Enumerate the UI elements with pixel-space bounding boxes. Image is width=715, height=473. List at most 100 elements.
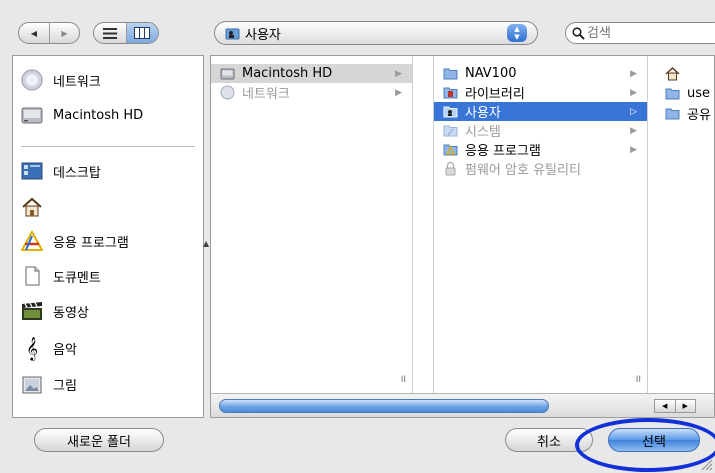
sidebar-item-label: Macintosh HD xyxy=(53,107,144,123)
list-item-home[interactable] xyxy=(656,64,714,83)
column-browser: Macintosh HD ▶ 네트워크 ▶ II NAV100 ▶ 라이브러리 … xyxy=(210,55,715,418)
browser-column-3[interactable]: use 공유 xyxy=(656,56,714,393)
list-item-folder[interactable]: use xyxy=(656,84,714,103)
list-item-label: 공유 xyxy=(687,108,711,123)
applications-icon xyxy=(21,230,43,252)
disclosure-arrow-icon: ▶ xyxy=(630,68,637,79)
sidebar-item-home[interactable] xyxy=(21,192,53,222)
lock-icon xyxy=(443,161,458,176)
horizontal-scrollbar[interactable]: ◀ ▶ xyxy=(211,393,714,417)
list-item-applications[interactable]: 응용 프로그램 ▶ xyxy=(434,140,647,159)
browser-column-2[interactable]: NAV100 ▶ 라이브러리 ▶ 사용자 ▷ 시스템 ▶ 응용 프로그램 ▶ 펌… xyxy=(433,56,648,393)
sidebar: 네트워크 Macintosh HD 데스크탑 응용 프로그램 도큐멘트 동영상 … xyxy=(12,55,209,418)
sidebar-item-documents[interactable]: 도큐멘트 xyxy=(21,261,101,291)
sidebar-item-label: 응용 프로그램 xyxy=(53,235,129,251)
search-input[interactable] xyxy=(585,25,695,41)
sidebar-item-label: 도큐멘트 xyxy=(53,270,101,286)
scroll-arrows[interactable]: ◀ ▶ xyxy=(654,399,696,413)
list-item-users[interactable]: 사용자 ▷ xyxy=(434,102,647,121)
popup-arrows-icon: ▲ ▼ xyxy=(507,24,527,42)
users-folder-icon xyxy=(443,104,458,119)
scroll-right-icon[interactable]: ▶ xyxy=(674,400,696,412)
sidebar-item-label: 데스크탑 xyxy=(53,165,101,181)
sidebar-item-applications[interactable]: 응용 프로그램 xyxy=(21,226,129,256)
back-forward-control[interactable]: ◀ ▶ xyxy=(18,22,80,44)
list-item-label: 응용 프로그램 xyxy=(465,144,541,159)
sidebar-item-network[interactable]: 네트워크 xyxy=(21,65,101,95)
sidebar-item-pictures[interactable]: 그림 xyxy=(21,369,77,399)
applications-folder-icon xyxy=(443,142,458,157)
list-item-label: 라이브러리 xyxy=(465,87,525,102)
sidebar-item-label: 그림 xyxy=(53,378,77,394)
location-label: 사용자 xyxy=(245,27,281,43)
search-icon xyxy=(572,26,585,40)
list-item-label: 사용자 xyxy=(465,106,501,121)
list-item-label: Macintosh HD xyxy=(242,66,333,81)
back-button[interactable]: ◀ xyxy=(19,23,49,43)
disclosure-arrow-icon: ▷ xyxy=(630,106,637,117)
system-folder-icon xyxy=(443,123,458,138)
sidebar-item-movies[interactable]: 동영상 xyxy=(21,296,89,326)
disclosure-arrow-icon: ▶ xyxy=(630,125,637,136)
list-item-network[interactable]: 네트워크 ▶ xyxy=(211,83,412,102)
disclosure-arrow-icon: ▶ xyxy=(630,144,637,155)
search-field[interactable] xyxy=(565,22,715,44)
hard-disk-icon xyxy=(220,66,235,81)
disclosure-arrow-icon: ▶ xyxy=(630,87,637,98)
list-item-label: use xyxy=(687,86,711,101)
browser-column-1[interactable]: Macintosh HD ▶ 네트워크 ▶ II xyxy=(211,56,413,393)
folder-icon xyxy=(665,106,680,121)
sidebar-item-macintosh-hd[interactable]: Macintosh HD xyxy=(21,100,143,130)
music-icon: 𝄞 xyxy=(26,336,38,360)
sidebar-item-label: 동영상 xyxy=(53,305,89,321)
column-resize-grip[interactable]: II xyxy=(636,375,641,385)
sidebar-resize-caret-icon[interactable]: ▲ xyxy=(203,239,209,248)
folder-icon xyxy=(443,66,458,81)
forward-button[interactable]: ▶ xyxy=(48,23,79,43)
home-icon xyxy=(21,196,43,218)
location-popup[interactable]: 사용자 ▲ ▼ xyxy=(214,21,538,45)
scrollbar-thumb[interactable] xyxy=(219,399,549,413)
list-view-button[interactable] xyxy=(94,23,126,43)
folder-icon xyxy=(665,86,680,101)
list-item-label: 시스템 xyxy=(465,125,501,140)
sidebar-item-desktop[interactable]: 데스크탑 xyxy=(21,156,101,186)
choose-button[interactable]: 선택 xyxy=(608,428,700,452)
scroll-left-icon[interactable]: ◀ xyxy=(655,400,675,412)
list-item-system[interactable]: 시스템 ▶ xyxy=(434,121,647,140)
list-item-label: 펌웨어 암호 유틸리티 xyxy=(465,163,581,178)
list-item-macintosh-hd[interactable]: Macintosh HD ▶ xyxy=(211,64,412,83)
view-mode-control[interactable] xyxy=(93,22,159,44)
disclosure-arrow-icon: ▶ xyxy=(395,87,402,98)
home-icon xyxy=(665,66,680,81)
column-resize-grip[interactable]: II xyxy=(401,375,406,385)
resize-grip-icon[interactable] xyxy=(699,457,713,471)
pictures-icon xyxy=(21,373,43,395)
sidebar-item-label: 음악 xyxy=(53,342,77,358)
documents-icon xyxy=(21,265,43,287)
users-folder-icon xyxy=(225,26,240,41)
list-view-icon xyxy=(102,27,117,39)
new-folder-button[interactable]: 새로운 폴더 xyxy=(34,428,164,452)
sidebar-item-label: 네트워크 xyxy=(53,74,101,90)
hard-disk-icon xyxy=(21,104,43,126)
list-item-library[interactable]: 라이브러리 ▶ xyxy=(434,83,647,102)
cancel-button[interactable]: 취소 xyxy=(505,428,593,452)
sidebar-item-music[interactable]: 𝄞 음악 xyxy=(21,333,77,363)
back-arrow-icon: ◀ xyxy=(30,28,38,38)
list-item-firmware-password-utility[interactable]: 펌웨어 암호 유틸리티 xyxy=(434,159,647,178)
list-item-shared[interactable]: 공유 xyxy=(656,104,714,123)
network-icon xyxy=(21,69,43,91)
column-view-icon xyxy=(134,27,151,39)
network-icon xyxy=(220,85,235,100)
list-item-label: 네트워크 xyxy=(242,87,290,102)
sidebar-divider xyxy=(21,146,195,147)
library-folder-icon xyxy=(443,85,458,100)
forward-arrow-icon: ▶ xyxy=(61,28,68,38)
column-view-button[interactable] xyxy=(125,23,158,43)
disclosure-arrow-icon: ▶ xyxy=(395,68,402,79)
list-item-nav100[interactable]: NAV100 ▶ xyxy=(434,64,647,83)
movies-icon xyxy=(21,300,43,322)
list-item-label: NAV100 xyxy=(465,66,517,81)
desktop-icon xyxy=(21,160,43,182)
